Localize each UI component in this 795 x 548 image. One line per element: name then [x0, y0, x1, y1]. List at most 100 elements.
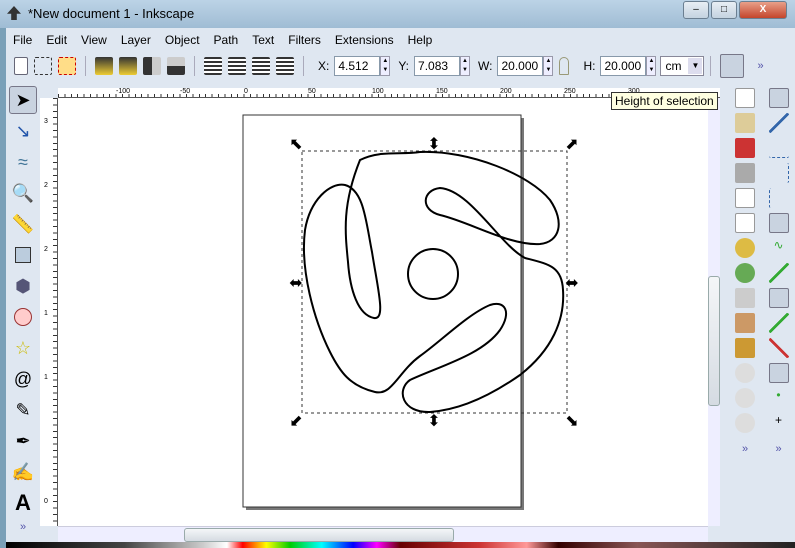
vertical-scrollbar[interactable]	[708, 98, 720, 526]
deselect-icon[interactable]	[58, 57, 76, 75]
snap-bbox-corner-icon[interactable]	[769, 163, 789, 183]
horizontal-scroll-thumb[interactable]	[184, 528, 454, 542]
save-icon[interactable]	[735, 138, 755, 158]
measure-tool[interactable]: 📏	[9, 210, 37, 238]
menu-view[interactable]: View	[74, 30, 114, 50]
select-all-layers-icon[interactable]	[34, 57, 52, 75]
flip-vertical-icon[interactable]	[167, 57, 185, 75]
cut-icon[interactable]	[735, 313, 755, 333]
calligraphy-tool[interactable]: ✍	[9, 458, 37, 486]
toolbox: ➤ ↘ ≈ 🔍 📏 ⬢ ☆ @ ✎ ✒ ✍ A »	[6, 83, 40, 546]
toolbar-overflow-button[interactable]: »	[757, 60, 763, 72]
ruler-label: 200	[500, 88, 512, 95]
export-icon[interactable]	[735, 213, 755, 233]
menu-help[interactable]: Help	[401, 30, 440, 50]
snap-bbox-midpoint-icon[interactable]	[768, 188, 789, 208]
snap-toggle-icon[interactable]	[768, 88, 789, 108]
menu-file[interactable]: File	[6, 30, 39, 50]
h-spinner[interactable]: ▲ ▼	[646, 56, 657, 76]
snap-smooth-nodes-icon[interactable]	[768, 288, 789, 308]
color-palette[interactable]	[6, 542, 795, 548]
select-all-icon[interactable]	[14, 57, 28, 75]
toolbox-overflow-button[interactable]: »	[6, 521, 40, 533]
paste-icon[interactable]	[735, 338, 755, 358]
snap-others-icon[interactable]	[768, 363, 789, 383]
scale-handle[interactable]: ⬍	[427, 413, 440, 430]
pen-tool[interactable]: ✒	[9, 427, 37, 455]
vertical-scroll-thumb[interactable]	[708, 276, 720, 406]
maximize-button[interactable]: □	[711, 1, 737, 19]
print-icon[interactable]	[735, 163, 755, 183]
menu-text[interactable]: Text	[245, 30, 281, 50]
rotate-cw-icon[interactable]	[119, 57, 137, 75]
w-input[interactable]: 20.000	[497, 56, 544, 76]
scale-handle[interactable]: ⬌	[289, 275, 302, 292]
snap-object-center-icon[interactable]: •	[769, 388, 789, 408]
scale-handle[interactable]: ⬌	[565, 275, 578, 292]
menu-edit[interactable]: Edit	[39, 30, 74, 50]
w-spinner[interactable]: ▲ ▼	[543, 56, 554, 76]
text-tool[interactable]: A	[9, 489, 37, 517]
snap-bbox-icon[interactable]	[768, 113, 789, 133]
snap-overflow-button[interactable]: »	[762, 443, 795, 455]
rectangle-tool[interactable]	[9, 241, 37, 269]
unit-select[interactable]: cm ▼	[660, 56, 705, 76]
snap-paths-icon[interactable]: ∿	[769, 238, 789, 258]
3d-box-tool[interactable]: ⬢	[9, 272, 37, 300]
node-tool[interactable]: ↘	[9, 117, 37, 145]
raise-to-top-icon[interactable]	[204, 57, 222, 75]
close-button[interactable]: X	[739, 1, 787, 19]
open-folder-icon[interactable]	[735, 113, 755, 133]
menu-layer[interactable]: Layer	[114, 30, 158, 50]
h-input[interactable]: 20.000	[600, 56, 647, 76]
spiral-tool[interactable]: @	[9, 365, 37, 393]
scale-handle[interactable]: ⬋	[289, 413, 302, 430]
undo-icon[interactable]	[735, 238, 755, 258]
menu-filters[interactable]: Filters	[281, 30, 328, 50]
scale-handle[interactable]: ⬍	[427, 136, 440, 153]
scale-handle[interactable]: ⬊	[565, 413, 578, 430]
zoom-selection-icon[interactable]	[735, 363, 755, 383]
import-icon[interactable]	[735, 188, 755, 208]
y-spinner[interactable]: ▲ ▼	[460, 56, 471, 76]
scale-handle[interactable]: ⬉	[289, 136, 302, 153]
minimize-button[interactable]: –	[683, 1, 709, 19]
pencil-tool[interactable]: ✎	[9, 396, 37, 424]
snap-nodes-icon[interactable]	[768, 213, 789, 233]
commands-overflow-button[interactable]: »	[730, 443, 760, 455]
canvas-svg[interactable]: ⬉ ⬍ ⬈ ⬌ ⬌ ⬋ ⬍ ⬊	[58, 98, 708, 526]
rotate-ccw-icon[interactable]	[95, 57, 113, 75]
snap-rotation-center-icon[interactable]: +	[769, 413, 789, 433]
selector-tool[interactable]: ➤	[9, 86, 37, 114]
drawing-canvas[interactable]: ⬉ ⬍ ⬈ ⬌ ⬌ ⬋ ⬍ ⬊	[58, 98, 708, 526]
snap-midpoint-icon[interactable]	[768, 313, 789, 333]
menu-path[interactable]: Path	[207, 30, 246, 50]
unit-value: cm	[665, 59, 682, 73]
zoom-page-icon[interactable]	[735, 413, 755, 433]
tweak-tool[interactable]: ≈	[9, 148, 37, 176]
ellipse-tool[interactable]	[9, 303, 37, 331]
menu-extensions[interactable]: Extensions	[328, 30, 401, 50]
x-input[interactable]: 4.512	[334, 56, 381, 76]
snap-bbox-edge-icon[interactable]	[768, 138, 789, 158]
lock-icon[interactable]	[559, 57, 570, 75]
scale-stroke-toggle[interactable]	[720, 54, 745, 78]
raise-icon[interactable]	[228, 57, 246, 75]
snap-path-intersection-icon[interactable]	[768, 263, 789, 283]
x-spinner[interactable]: ▲ ▼	[380, 56, 391, 76]
selector-toolbar: X: 4.512 ▲ ▼ Y: 7.083 ▲ ▼ W: 20.000 ▲ ▼ H: …	[6, 52, 795, 80]
star-tool[interactable]: ☆	[9, 334, 37, 362]
new-document-icon[interactable]	[735, 88, 755, 108]
menu-object[interactable]: Object	[158, 30, 207, 50]
redo-icon[interactable]	[735, 263, 755, 283]
snap-center-icon[interactable]	[768, 338, 789, 358]
lower-icon[interactable]	[252, 57, 270, 75]
horizontal-scrollbar[interactable]	[58, 526, 708, 542]
copy-icon[interactable]	[735, 288, 755, 308]
scale-handle[interactable]: ⬈	[565, 136, 578, 153]
zoom-drawing-icon[interactable]	[735, 388, 755, 408]
zoom-tool[interactable]: 🔍	[9, 179, 37, 207]
y-input[interactable]: 7.083	[414, 56, 461, 76]
lower-to-bottom-icon[interactable]	[276, 57, 294, 75]
flip-horizontal-icon[interactable]	[143, 57, 161, 75]
